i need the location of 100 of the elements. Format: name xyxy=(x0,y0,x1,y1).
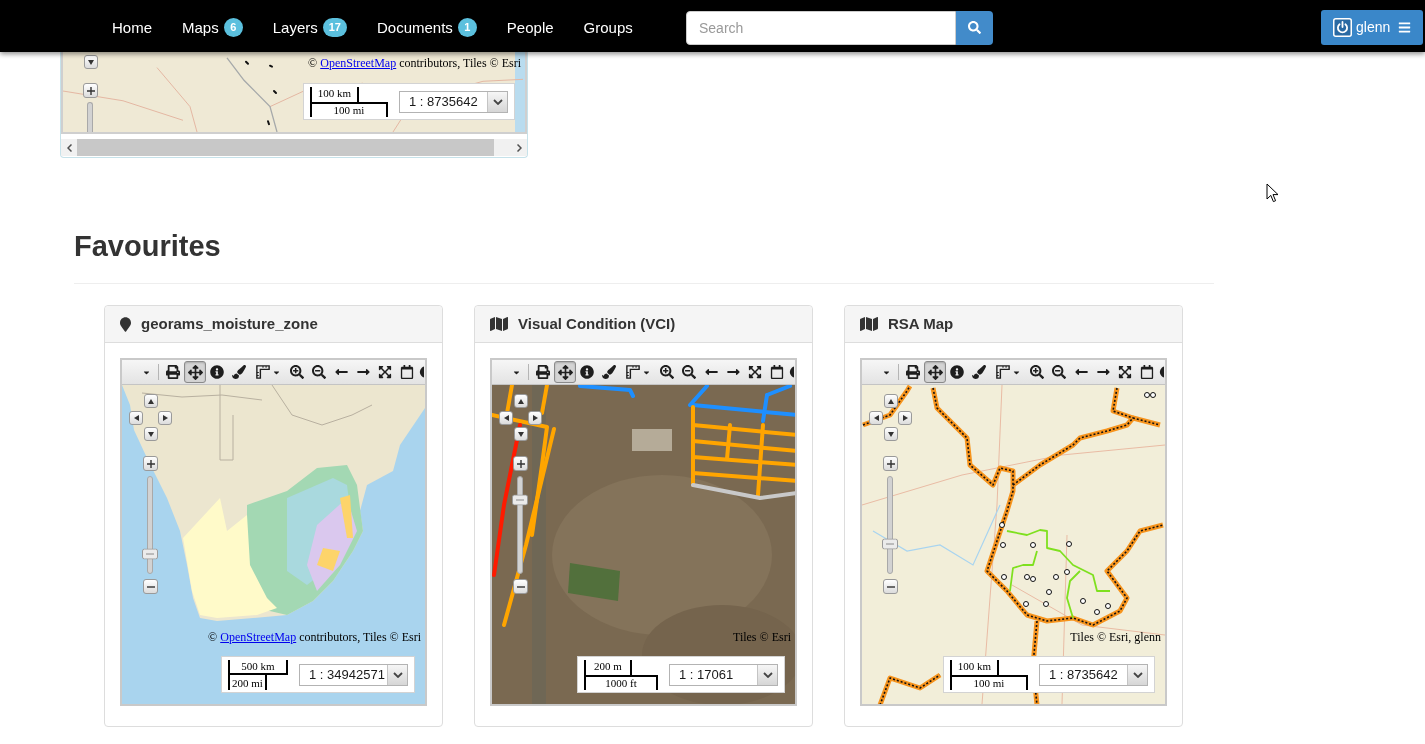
chevron-down-icon xyxy=(1132,671,1143,678)
zoom-in-button[interactable] xyxy=(513,456,528,471)
ruler-icon xyxy=(256,365,270,379)
caret-right-icon xyxy=(902,415,908,421)
zoom-out-button[interactable] xyxy=(883,579,898,594)
slider-thumb[interactable] xyxy=(142,548,158,560)
calendar-icon xyxy=(400,365,414,379)
map-icon xyxy=(860,316,878,332)
zoom-in-button[interactable] xyxy=(143,456,158,471)
plus-icon xyxy=(886,459,895,468)
zoom-in-icon xyxy=(290,365,304,379)
pan-left-button[interactable] xyxy=(869,411,883,425)
brush-icon xyxy=(972,365,986,379)
zoom-out-icon xyxy=(312,365,326,379)
chevron-left-icon xyxy=(66,143,72,152)
pan-left-button[interactable] xyxy=(499,411,513,425)
chevron-down-icon xyxy=(492,98,503,105)
scale-select[interactable]: 1 : 8735642 xyxy=(1039,663,1148,686)
scale-bar-label: 500 km xyxy=(228,659,288,675)
scale-bar-label: 200 m xyxy=(584,659,632,675)
scale-bar-label: 100 mi xyxy=(310,101,388,117)
info-icon xyxy=(210,365,224,379)
zoom-out-icon xyxy=(1052,365,1066,379)
plus-icon xyxy=(516,459,525,468)
count-badge: 17 xyxy=(322,18,347,37)
attribution-link[interactable]: OpenStreetMap xyxy=(320,56,397,70)
pan-up-button[interactable] xyxy=(514,394,528,408)
pan-down-button[interactable] xyxy=(84,55,98,69)
pan-button[interactable] xyxy=(924,361,946,383)
caret-up-icon xyxy=(148,398,154,404)
nav-link[interactable]: Home xyxy=(112,17,152,38)
search-field[interactable]: Search xyxy=(686,10,956,45)
zoom-in-icon xyxy=(660,365,674,379)
print-icon xyxy=(536,365,550,379)
attribution-link[interactable]: OpenStreetMap xyxy=(220,630,297,644)
map-attribution: © OpenStreetMap contributors, Tiles © Esri xyxy=(308,56,521,70)
pan-down-button[interactable] xyxy=(144,427,158,441)
nav-link[interactable]: Documents xyxy=(377,17,453,38)
power-icon xyxy=(1333,18,1352,37)
plus-icon xyxy=(146,459,155,468)
chevron-down-icon xyxy=(392,671,403,678)
pan-right-button[interactable] xyxy=(528,411,542,425)
expand-icon xyxy=(1118,365,1132,379)
count-badge: 6 xyxy=(223,18,243,37)
print-icon xyxy=(166,365,180,379)
map-attribution: © OpenStreetMap contributors, Tiles © Esri xyxy=(208,630,421,644)
zoom-in-button[interactable] xyxy=(83,83,98,98)
pan-left-button[interactable] xyxy=(129,411,143,425)
zoom-in-button[interactable] xyxy=(883,456,898,471)
caret-right-icon xyxy=(162,415,168,421)
pan-button[interactable] xyxy=(184,361,206,383)
scale-bar-label: 200 mi xyxy=(228,674,267,690)
search-icon xyxy=(968,21,981,34)
search-button[interactable] xyxy=(956,10,993,45)
pan-right-button[interactable] xyxy=(158,411,172,425)
zoom-out-button[interactable] xyxy=(513,579,528,594)
map-attribution: Tiles © Esri, glenn xyxy=(1070,630,1161,644)
pan-up-button[interactable] xyxy=(884,394,898,408)
pan-button[interactable] xyxy=(554,361,576,383)
chevron-down-icon xyxy=(762,671,773,678)
slider-thumb[interactable] xyxy=(512,494,528,505)
zoom-out-button[interactable] xyxy=(143,579,158,594)
nav-link[interactable]: Layers xyxy=(272,17,318,38)
scale-select[interactable]: 1 : 34942571 xyxy=(299,663,408,686)
caret-left-icon xyxy=(873,415,879,421)
plus-icon xyxy=(86,86,95,95)
caret-up-icon xyxy=(518,398,524,404)
zoom-out-icon xyxy=(682,365,696,379)
map-attribution: Tiles © Esri xyxy=(732,630,791,644)
expand-icon xyxy=(378,365,392,379)
minus-icon xyxy=(516,585,525,588)
caret-left-icon xyxy=(133,415,139,421)
ruler-icon xyxy=(626,365,640,379)
count-badge: 1 xyxy=(457,18,477,37)
pan-down-button[interactable] xyxy=(884,427,898,441)
move-icon xyxy=(187,364,203,380)
slider-thumb[interactable] xyxy=(882,538,898,550)
scale-select[interactable]: 1 : 17061 xyxy=(669,663,778,686)
nav-link[interactable]: People xyxy=(506,17,554,38)
nav-link[interactable]: Maps xyxy=(182,17,219,38)
scale-select[interactable]: 1 : 8735642 xyxy=(399,90,508,113)
map-marker-icon xyxy=(120,316,131,332)
pan-right-button[interactable] xyxy=(898,411,912,425)
pan-up-button[interactable] xyxy=(144,394,158,408)
scale-bar-label: 100 mi xyxy=(950,674,1028,690)
scale-bar-label: 1000 ft xyxy=(584,674,658,690)
scale-bar-label: 100 km xyxy=(310,86,359,102)
print-icon xyxy=(906,365,920,379)
pan-down-button[interactable] xyxy=(514,427,528,441)
move-icon xyxy=(927,364,943,380)
mouse-cursor-icon xyxy=(1266,183,1279,203)
section-heading: Favourites xyxy=(74,229,221,264)
brush-icon xyxy=(602,365,616,379)
ruler-icon xyxy=(996,365,1010,379)
caret-down-icon xyxy=(88,59,94,65)
info-icon xyxy=(950,365,964,379)
nav-link[interactable]: Groups xyxy=(583,17,633,38)
menu-icon xyxy=(1398,21,1411,34)
chevron-right-icon xyxy=(516,143,522,152)
user-menu-button[interactable]: glenn xyxy=(1321,10,1423,45)
